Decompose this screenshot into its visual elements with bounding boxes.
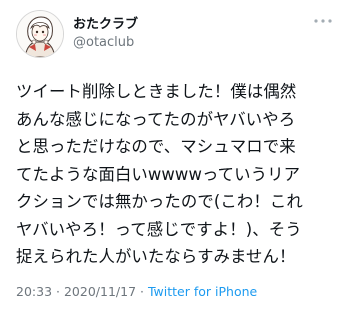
tweet-source-link[interactable]: Twitter for iPhone — [148, 284, 257, 299]
tweet-card: おたクラブ @otaclub ツイート削除しときました！僕は偶然 あんな感じにな… — [0, 0, 350, 310]
tweet-time[interactable]: 20:33 — [16, 284, 52, 299]
tweet-meta: 20:33 · 2020/11/17 · Twitter for iPhone — [16, 284, 257, 299]
tweet-date[interactable]: 2020/11/17 — [64, 284, 136, 299]
more-options-icon[interactable] — [310, 14, 336, 28]
avatar-illustration-icon — [17, 11, 63, 57]
meta-separator: · — [140, 284, 144, 299]
meta-separator: · — [56, 284, 60, 299]
display-name[interactable]: おたクラブ — [73, 17, 138, 33]
author-names: おたクラブ @otaclub — [73, 17, 138, 52]
tweet-header: おたクラブ @otaclub — [16, 10, 336, 58]
tweet-text: ツイート削除しときました！僕は偶然 あんな感じになってたのがヤバいやろ と思った… — [16, 82, 303, 266]
handle[interactable]: @otaclub — [73, 35, 138, 51]
avatar[interactable] — [16, 10, 64, 58]
